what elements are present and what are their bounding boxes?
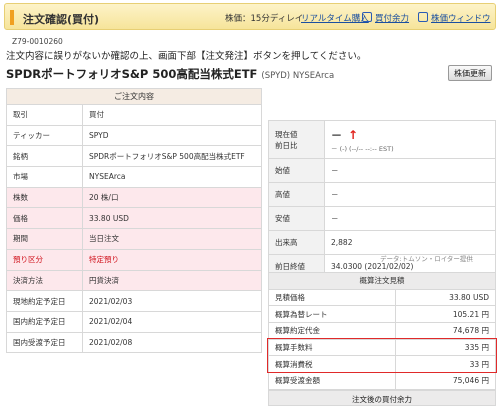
row-label: 銘柄 [6, 145, 83, 168]
chart-icon [418, 12, 428, 22]
row-label: 概算約定代金 [268, 322, 396, 340]
row-label: 国内約定予定日 [6, 310, 83, 333]
row-label: 高値 [268, 182, 325, 207]
row-value: 33.80 USD [394, 288, 497, 307]
confirm-notice: 注文内容に誤りがないか確認の上、画面下部【注文発注】ボタンを押してください。 [6, 51, 367, 62]
row-value: NYSEArca [82, 166, 262, 188]
row-label: 出来高 [268, 230, 325, 255]
current-price-cell: － ↑ － (-) (--/-- --:-- EST) [324, 120, 496, 159]
stock-name: SPDRポートフォリオS&P 500高配当株式ETF [6, 67, 258, 81]
order-id: Z79-0010260 [12, 37, 63, 46]
prev-change-label: 前日比 [275, 140, 298, 150]
row-value: 75,046 円 [394, 372, 497, 390]
row-value: 33.80 USD [82, 207, 262, 230]
row-label: 決済方法 [6, 269, 83, 292]
row-value: 2021/02/04 [82, 310, 262, 333]
current-price-labels: 現在値 前日比 [268, 120, 325, 159]
row-value: － [324, 158, 496, 183]
after-order-buying-power-heading: 注文後の買付余力 [268, 390, 496, 406]
row-label: 期間 [6, 228, 83, 250]
current-price-value: － [331, 128, 342, 142]
row-value: 20 株/口 [82, 186, 262, 209]
stock-window-link[interactable]: 株価ウィンドウ [431, 12, 491, 24]
row-value: 2021/02/08 [82, 331, 262, 354]
row-label: ティッカー [6, 124, 83, 147]
delay-notice: 株価：15分ディレイ [225, 14, 304, 24]
realtime-buy-link[interactable]: リアルタイム購入 [301, 12, 369, 24]
current-price-label: 現在値 [275, 129, 298, 139]
row-value: 買付 [82, 104, 262, 126]
row-value: － [324, 182, 496, 207]
row-label: 市場 [6, 166, 83, 188]
row-value: 2,882 [324, 230, 496, 255]
stock-title: SPDRポートフォリオS&P 500高配当株式ETF (SPYD) NYSEArc… [6, 66, 334, 82]
page-title: 注文確認(買付) [23, 13, 100, 26]
buying-power-icon [362, 12, 372, 22]
header-accent-bar [10, 10, 14, 25]
row-value: 105.21 円 [394, 305, 497, 324]
row-label: 見積価格 [268, 288, 396, 307]
data-source-note: データ:トムソン・ロイター提供 [380, 255, 473, 263]
order-details-heading: ご注文内容 [6, 88, 262, 105]
fee-highlight-box [267, 338, 497, 373]
prev-change-value: － (-) (--/-- --:-- EST) [331, 144, 394, 153]
row-label: 取引 [6, 104, 83, 126]
row-label: 安値 [268, 206, 325, 231]
up-arrow-icon: ↑ [348, 127, 359, 142]
row-label: 預り区分 [6, 248, 83, 271]
row-value: － [324, 206, 496, 231]
row-value: 2021/02/03 [82, 290, 262, 312]
row-label: 株数 [6, 186, 83, 209]
refresh-price-button[interactable]: 株価更新 [448, 65, 492, 81]
row-value: 特定預り [82, 248, 262, 271]
row-label: 現地約定予定日 [6, 290, 83, 312]
page-header: 注文確認(買付) 株価：15分ディレイ リアルタイム購入 買付余力 株価ウィンド… [4, 3, 496, 30]
row-label: 価格 [6, 207, 83, 230]
estimate-heading: 概算注文見積 [268, 272, 496, 290]
row-value: 74,678 円 [394, 322, 497, 340]
order-details-table: ご注文内容 取引 買付 ティッカー SPYD 銘柄 SPDRポートフォリオS&P 50… [6, 88, 262, 354]
row-value: SPDRポートフォリオS&P 500高配当株式ETF [82, 145, 262, 168]
row-value: 当日注文 [82, 228, 262, 250]
stock-code-market: (SPYD) NYSEArca [261, 71, 335, 81]
buying-power-link[interactable]: 買付余力 [375, 12, 409, 24]
row-label: 始値 [268, 158, 325, 183]
row-label: 概算受渡金額 [268, 372, 396, 390]
row-value: SPYD [82, 124, 262, 147]
row-label: 概算為替レート [268, 305, 396, 324]
row-label: 国内受渡予定日 [6, 331, 83, 354]
row-value: 円貨決済 [82, 269, 262, 292]
